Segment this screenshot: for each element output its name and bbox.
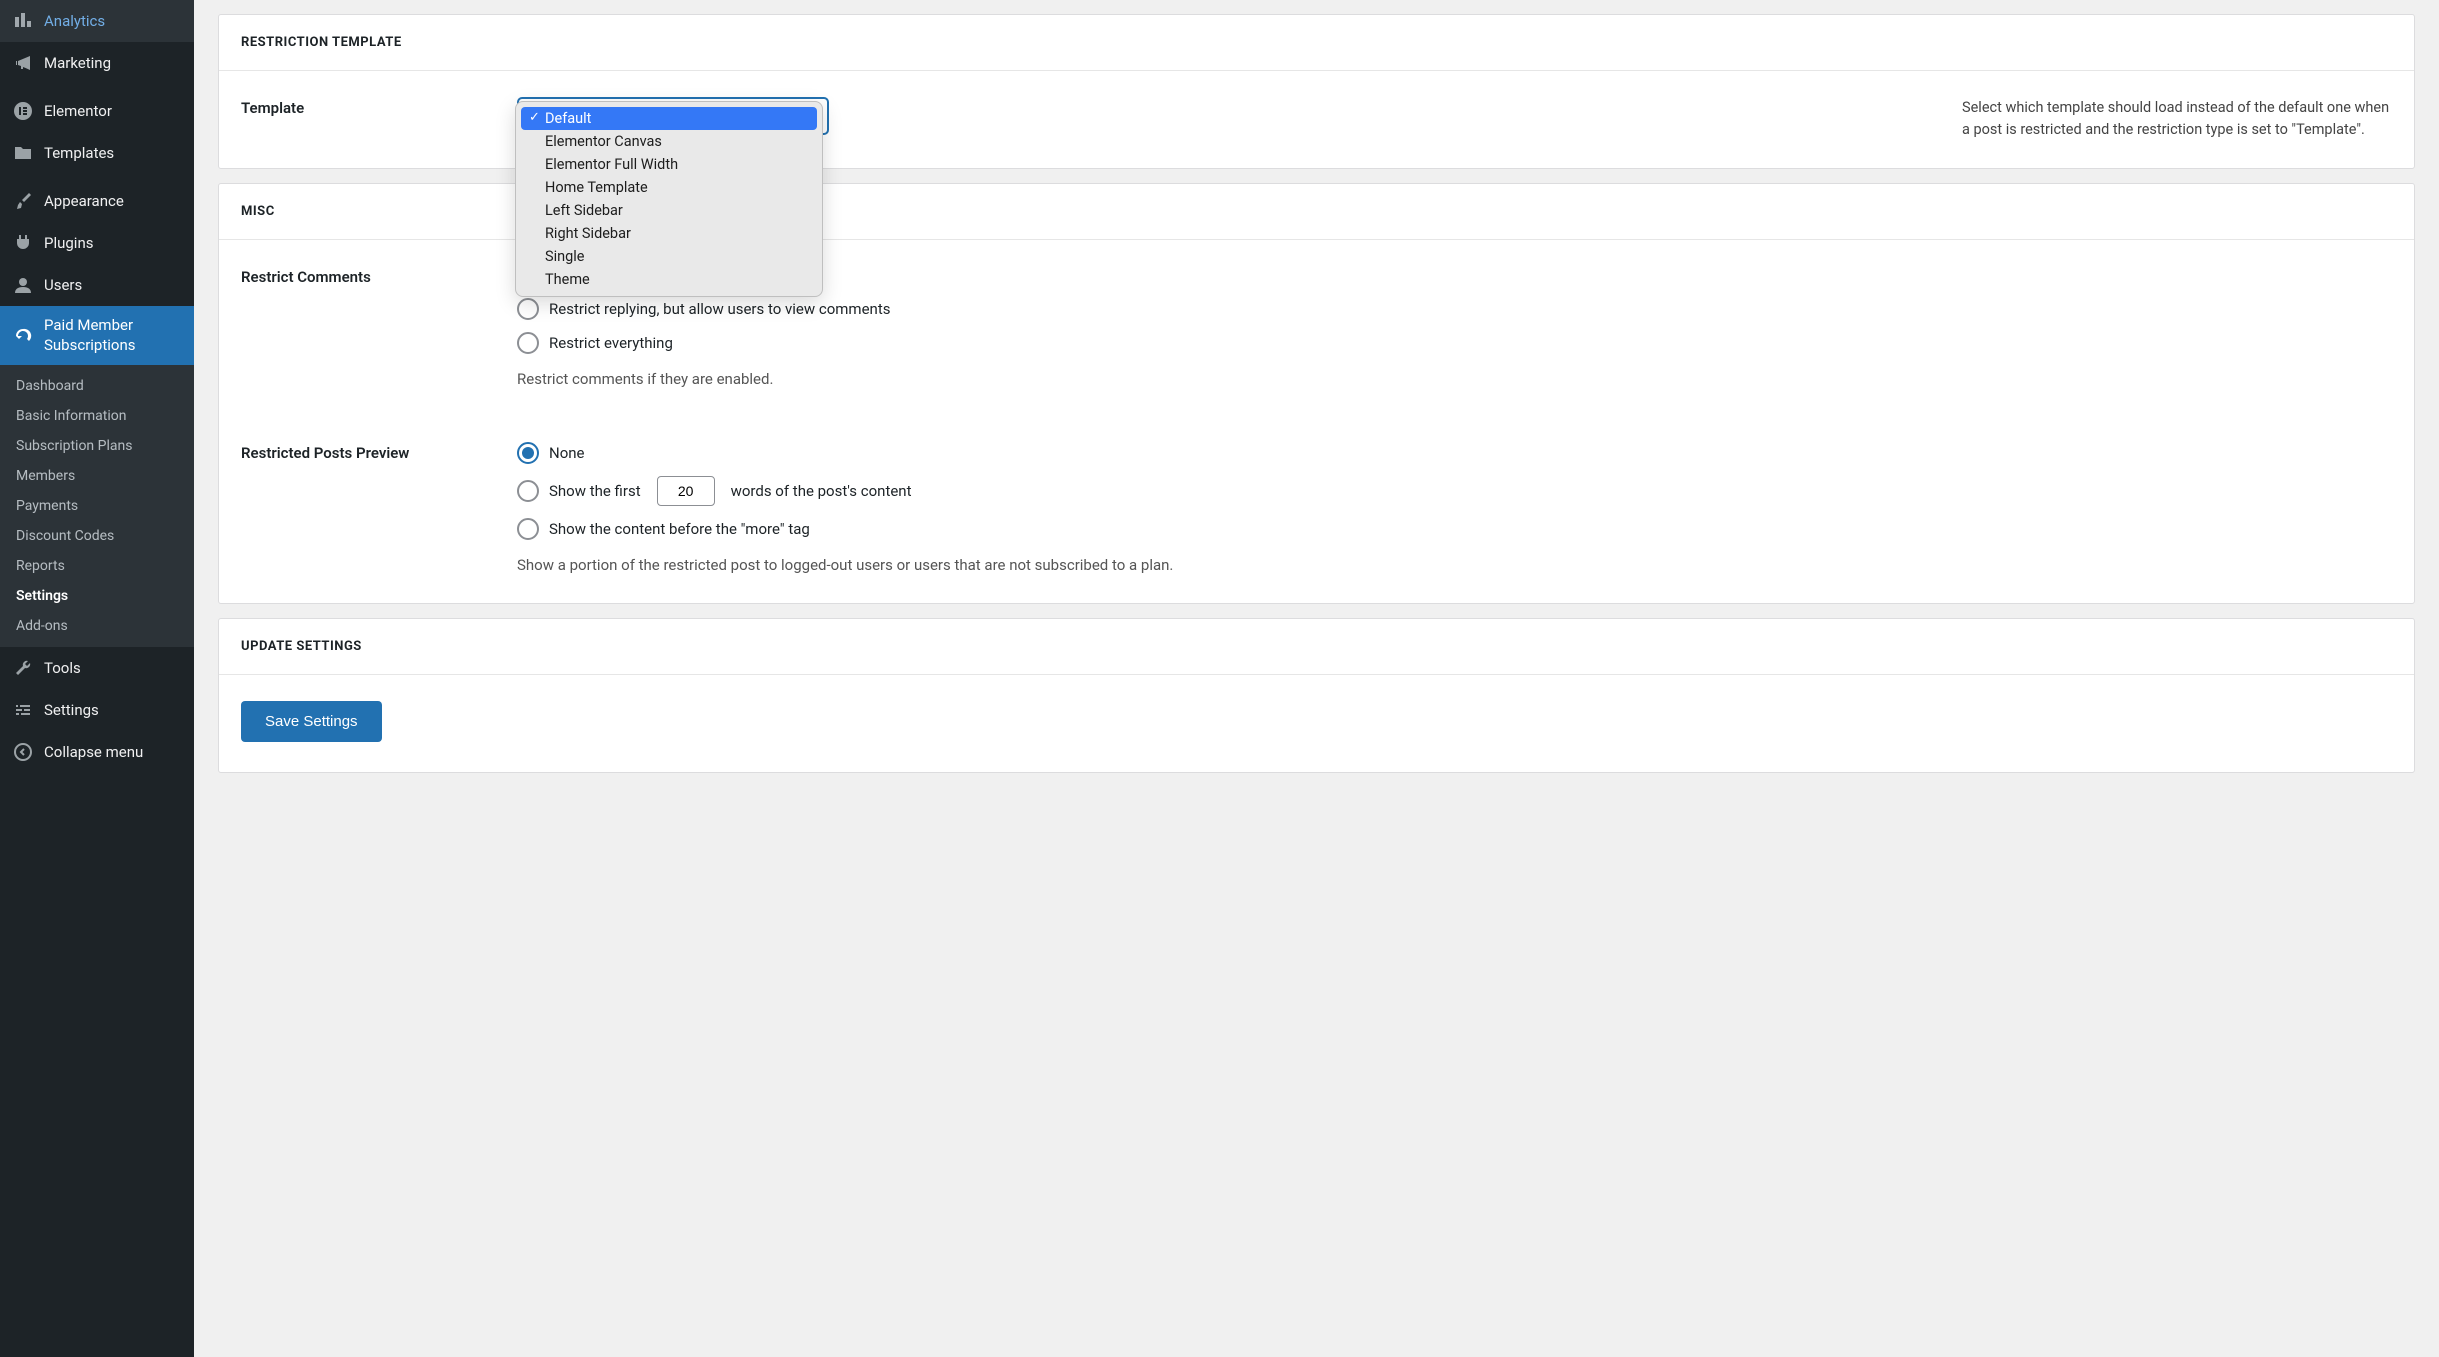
restricted-preview-label: Restricted Posts Preview <box>241 442 517 462</box>
template-option-elementor-canvas[interactable]: Elementor Canvas <box>521 130 817 153</box>
template-option-elementor-full-width[interactable]: Elementor Full Width <box>521 153 817 176</box>
admin-sidebar: Analytics Marketing Elementor Templates … <box>0 0 194 1357</box>
plug-icon <box>12 232 34 254</box>
wrench-icon <box>12 657 34 679</box>
submenu-subscription-plans[interactable]: Subscription Plans <box>0 431 194 461</box>
preview-radio-more-tag[interactable] <box>517 518 539 540</box>
restrict-comments-desc: Restrict comments if they are enabled. <box>517 368 2392 391</box>
refresh-icon <box>12 325 34 347</box>
sidebar-item-users[interactable]: Users <box>0 264 194 306</box>
submenu-payments[interactable]: Payments <box>0 491 194 521</box>
main-content: RESTRICTION TEMPLATE Template Default <box>194 0 2439 1357</box>
submenu-addons[interactable]: Add-ons <box>0 611 194 641</box>
sidebar-item-label: Elementor <box>44 102 112 120</box>
sidebar-collapse-menu[interactable]: Collapse menu <box>0 731 194 773</box>
template-option-default[interactable]: Default <box>521 107 817 130</box>
radio-label: Restrict everything <box>549 334 673 352</box>
sidebar-item-paid-member-subscriptions[interactable]: Paid Member Subscriptions <box>0 306 194 365</box>
preview-option-none[interactable]: None <box>517 442 2392 464</box>
preview-desc: Show a portion of the restricted post to… <box>517 554 2392 577</box>
restrict-comments-label: Restrict Comments <box>241 266 517 286</box>
megaphone-icon <box>12 52 34 74</box>
submenu-reports[interactable]: Reports <box>0 551 194 581</box>
preview-radio-none[interactable] <box>517 442 539 464</box>
radio-label-pre: Show the first <box>549 482 641 500</box>
submenu-discount-codes[interactable]: Discount Codes <box>0 521 194 551</box>
preview-radio-first-words[interactable] <box>517 480 539 502</box>
preview-words-input[interactable] <box>657 476 715 506</box>
restrict-comments-option-replying[interactable]: Restrict replying, but allow users to vi… <box>517 298 2392 320</box>
panel-title: RESTRICTION TEMPLATE <box>241 35 2392 50</box>
folder-icon <box>12 142 34 164</box>
template-field-label: Template <box>241 97 517 117</box>
sidebar-item-label: Plugins <box>44 234 93 252</box>
template-option-home-template[interactable]: Home Template <box>521 176 817 199</box>
sidebar-item-marketing[interactable]: Marketing <box>0 42 194 84</box>
preview-option-more-tag[interactable]: Show the content before the "more" tag <box>517 518 2392 540</box>
submenu-members[interactable]: Members <box>0 461 194 491</box>
preview-option-first-words[interactable]: Show the first words of the post's conte… <box>517 476 2392 506</box>
sliders-icon <box>12 699 34 721</box>
sidebar-item-label: Tools <box>44 659 81 677</box>
panel-restriction-template: RESTRICTION TEMPLATE Template Default <box>218 14 2415 169</box>
restrict-comments-option-everything[interactable]: Restrict everything <box>517 332 2392 354</box>
sidebar-item-label: Settings <box>44 701 99 719</box>
restrict-comments-radio-everything[interactable] <box>517 332 539 354</box>
sidebar-item-elementor[interactable]: Elementor <box>0 90 194 132</box>
chart-bar-icon <box>12 10 34 32</box>
sidebar-item-tools[interactable]: Tools <box>0 647 194 689</box>
template-option-single[interactable]: Single <box>521 245 817 268</box>
restrict-comments-radio-replying[interactable] <box>517 298 539 320</box>
submenu-settings[interactable]: Settings <box>0 581 194 611</box>
template-help-text: Select which template should load instea… <box>1962 97 2392 142</box>
radio-label: None <box>549 444 585 462</box>
sidebar-item-label: Analytics <box>44 12 105 30</box>
template-option-theme[interactable]: Theme <box>521 268 817 291</box>
brush-icon <box>12 190 34 212</box>
template-option-left-sidebar[interactable]: Left Sidebar <box>521 199 817 222</box>
submenu-dashboard[interactable]: Dashboard <box>0 371 194 401</box>
sidebar-item-plugins[interactable]: Plugins <box>0 222 194 264</box>
sidebar-item-label: Users <box>44 276 82 294</box>
sidebar-item-settings[interactable]: Settings <box>0 689 194 731</box>
sidebar-item-label: Appearance <box>44 192 124 210</box>
sidebar-item-label: Paid Member Subscriptions <box>44 316 182 355</box>
template-dropdown: Default Elementor Canvas Elementor Full … <box>515 101 823 297</box>
radio-label: Show the content before the "more" tag <box>549 520 810 538</box>
sidebar-item-label: Templates <box>44 144 114 162</box>
radio-label-post: words of the post's content <box>731 482 912 500</box>
sidebar-item-analytics[interactable]: Analytics <box>0 0 194 42</box>
submenu-paid-member: Dashboard Basic Information Subscription… <box>0 365 194 647</box>
collapse-icon <box>12 741 34 763</box>
sidebar-item-label: Collapse menu <box>44 743 143 761</box>
elementor-icon <box>12 100 34 122</box>
user-icon <box>12 274 34 296</box>
save-settings-button[interactable]: Save Settings <box>241 701 382 742</box>
radio-label: Restrict replying, but allow users to vi… <box>549 300 890 318</box>
panel-title: UPDATE SETTINGS <box>241 639 2392 654</box>
sidebar-item-appearance[interactable]: Appearance <box>0 180 194 222</box>
submenu-basic-information[interactable]: Basic Information <box>0 401 194 431</box>
sidebar-item-templates[interactable]: Templates <box>0 132 194 174</box>
template-option-right-sidebar[interactable]: Right Sidebar <box>521 222 817 245</box>
sidebar-item-label: Marketing <box>44 54 111 72</box>
panel-update-settings: UPDATE SETTINGS Save Settings <box>218 618 2415 773</box>
